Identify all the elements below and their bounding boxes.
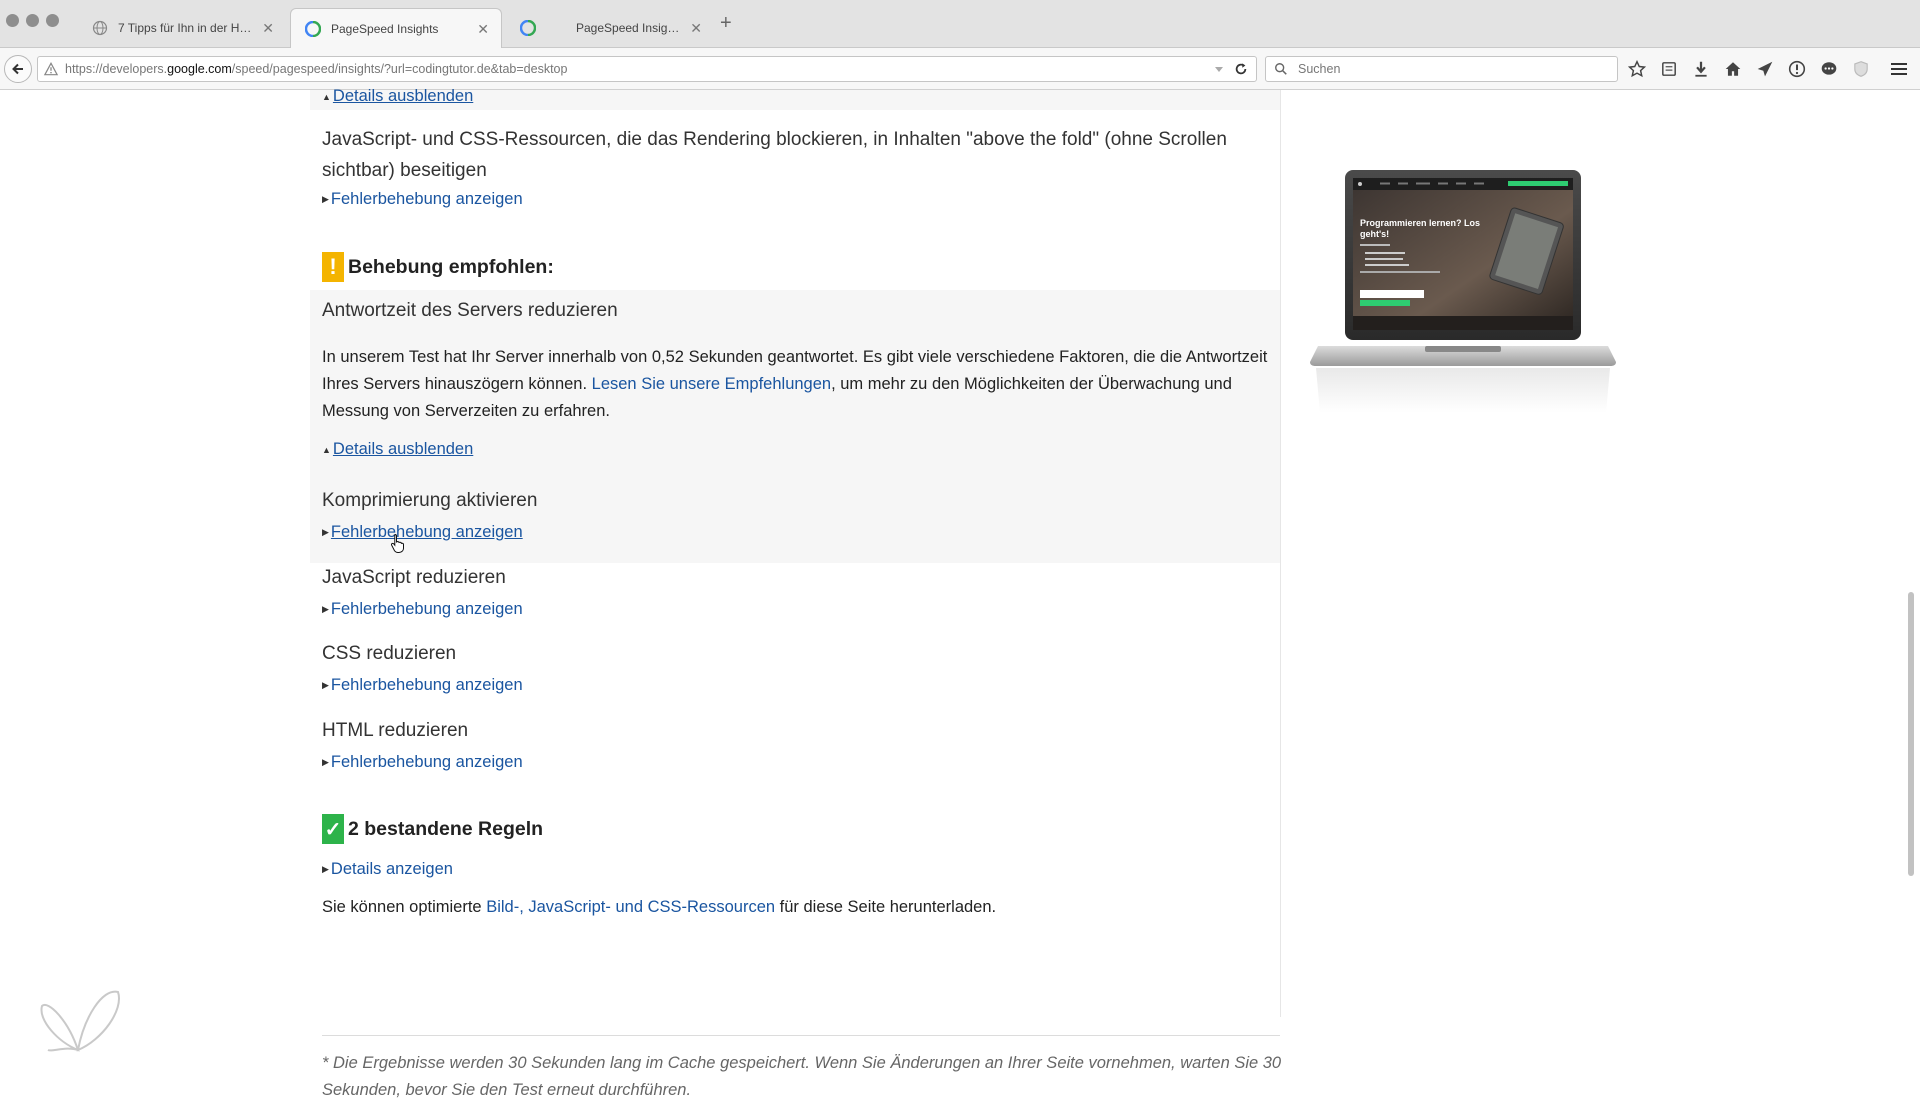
show-fix-link[interactable]: Fehlerbehebung anzeigen [331, 600, 523, 619]
details-show-link[interactable]: Details anzeigen [331, 860, 453, 879]
warning-badge-icon: ! [322, 252, 344, 282]
triangle-right-icon: ▶ [322, 194, 329, 204]
server-rule-title: Antwortzeit des Servers reduzieren [322, 300, 618, 321]
tab-1[interactable]: PageSpeed Insights ✕ [290, 8, 502, 49]
reading-list-icon[interactable] [1658, 58, 1680, 80]
dropdown-icon[interactable] [1214, 64, 1224, 74]
top-details-toggle[interactable]: ▲ Details ausblenden [322, 87, 473, 106]
show-fix-link[interactable]: Fehlerbehebung anzeigen [331, 676, 523, 695]
chat-icon[interactable] [1818, 58, 1840, 80]
svg-text:geht's!: geht's! [1360, 229, 1389, 239]
js-minify-fix-toggle[interactable]: ▶ Fehlerbehebung anzeigen [322, 600, 523, 619]
compression-rule-title: Komprimierung aktivieren [322, 490, 538, 511]
results-panel: ▲ Details ausblenden JavaScript- und CSS… [310, 87, 1282, 1099]
url-text[interactable]: https://developers.google.com/speed/page… [65, 62, 1214, 76]
blocking-rule-title: JavaScript- und CSS-Ressourcen, die das … [322, 124, 1282, 186]
tab-2[interactable]: PageSpeed Insights ✕ [506, 8, 714, 48]
triangle-right-icon: ▶ [322, 604, 329, 614]
url-prefix: https://developers. [65, 62, 168, 76]
arrow-left-icon [12, 63, 23, 75]
passed-rules-heading-text: 2 bestandene Regeln [348, 817, 544, 840]
hamburger-menu-icon[interactable] [1888, 58, 1910, 80]
passed-rules-heading: ✓ 2 bestandene Regeln [322, 814, 543, 844]
search-bar[interactable] [1265, 56, 1618, 82]
triangle-right-icon: ▶ [322, 527, 329, 537]
checkmark-badge-icon: ✓ [322, 814, 344, 844]
triangle-right-icon: ▶ [322, 757, 329, 767]
svg-text:Programmieren lernen? Los: Programmieren lernen? Los [1360, 218, 1480, 228]
html-minify-fix-toggle[interactable]: ▶ Fehlerbehebung anzeigen [322, 753, 523, 772]
search-input[interactable] [1296, 61, 1617, 77]
desktop-preview: Programmieren lernen? Los geht's! [1310, 168, 1630, 433]
cache-footnote: * Die Ergebnisse werden 30 Sekunden lang… [322, 1054, 1282, 1099]
triangle-right-icon: ▶ [322, 680, 329, 690]
title-line-2: sichtbar) beseitigen [322, 160, 487, 181]
server-details-toggle[interactable]: ▲ Details ausblenden [322, 440, 473, 459]
server-rule-text: In unserem Test hat Ihr Server innerhalb… [322, 344, 1282, 425]
pagespeed-icon [520, 20, 536, 36]
download-icon[interactable] [1690, 58, 1712, 80]
url-path: /speed/pagespeed/insights/?url=codingtut… [231, 62, 568, 76]
tab-close-icon[interactable]: ✕ [262, 20, 274, 37]
triangle-up-icon: ▲ [322, 91, 331, 102]
css-minify-fix-toggle[interactable]: ▶ Fehlerbehebung anzeigen [322, 676, 523, 695]
show-fix-link[interactable]: Fehlerbehebung anzeigen [331, 753, 523, 772]
url-bar[interactable]: https://developers.google.com/speed/page… [37, 56, 1257, 82]
back-button[interactable] [4, 55, 32, 83]
page-scrollbar[interactable] [1908, 592, 1914, 876]
details-hide-link[interactable]: Details ausblenden [333, 87, 473, 106]
details-hide-link[interactable]: Details ausblenden [333, 440, 473, 459]
footer-divider [322, 1035, 1280, 1036]
info-icon[interactable] [1786, 58, 1808, 80]
minimize-window-button[interactable] [26, 14, 39, 27]
navigation-bar: https://developers.google.com/speed/page… [0, 48, 1920, 90]
blocking-rule-fix-toggle[interactable]: ▶ Fehlerbehebung anzeigen [322, 190, 523, 209]
tab-0[interactable]: 7 Tipps für Ihn in der Hochz... ✕ [78, 8, 286, 48]
show-fix-link[interactable]: Fehlerbehebung anzeigen [331, 190, 523, 209]
reload-icon[interactable] [1234, 62, 1248, 76]
passed-details-toggle[interactable]: ▶ Details anzeigen [322, 860, 453, 879]
triangle-right-icon: ▶ [322, 864, 329, 874]
tab-title: PageSpeed Insights [576, 21, 683, 35]
globe-icon [92, 20, 108, 36]
maximize-window-button[interactable] [46, 14, 59, 27]
butterfly-logo-icon [40, 990, 120, 1052]
warning-icon[interactable] [43, 62, 59, 76]
send-icon[interactable] [1754, 58, 1776, 80]
triangle-up-icon: ▲ [322, 444, 331, 455]
bookmark-star-icon[interactable] [1626, 58, 1648, 80]
show-fix-link[interactable]: Fehlerbehebung anzeigen [331, 523, 523, 542]
recommended-heading: ! Behebung empfohlen: [322, 252, 554, 282]
tab-close-icon[interactable]: ✕ [477, 21, 489, 38]
url-domain: google.com [167, 62, 232, 76]
hand-cursor-icon [390, 533, 404, 553]
close-window-button[interactable] [6, 14, 19, 27]
tab-bar: 7 Tipps für Ihn in der Hochz... ✕ PageSp… [0, 0, 1920, 49]
shield-icon[interactable] [1850, 58, 1872, 80]
search-icon [1275, 63, 1287, 75]
js-minify-rule-title: JavaScript reduzieren [322, 567, 506, 588]
tab-title: 7 Tipps für Ihn in der Hochz... [118, 21, 254, 35]
recommendations-link[interactable]: Lesen Sie unsere Empfehlungen [592, 375, 831, 393]
text-before: Sie können optimierte [322, 898, 487, 916]
download-text: Sie können optimierte Bild-, JavaScript-… [322, 894, 1282, 921]
home-icon[interactable] [1722, 58, 1744, 80]
title-line-1: JavaScript- und CSS-Ressourcen, die das … [322, 129, 1227, 150]
tab-close-icon[interactable]: ✕ [690, 20, 702, 37]
css-minify-rule-title: CSS reduzieren [322, 643, 457, 664]
tab-title: PageSpeed Insights [331, 22, 439, 36]
download-resources-link[interactable]: Bild-, JavaScript- und CSS-Ressourcen [486, 898, 775, 916]
pagespeed-icon [305, 21, 321, 37]
compression-fix-toggle[interactable]: ▶ Fehlerbehebung anzeigen [322, 523, 523, 542]
recommended-heading-text: Behebung empfohlen: [348, 255, 554, 278]
laptop-preview-image: Programmieren lernen? Los geht's! [1310, 170, 1616, 413]
text-after: für diese Seite herunterladen. [775, 898, 997, 916]
new-tab-button[interactable]: + [720, 12, 732, 35]
html-minify-rule-title: HTML reduzieren [322, 720, 469, 741]
toolbar [1626, 58, 1872, 80]
